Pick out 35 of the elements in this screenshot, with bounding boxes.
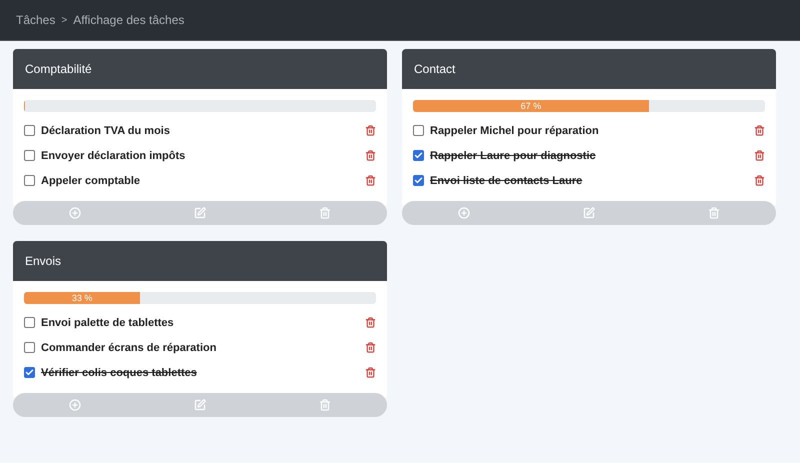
task-label: Commander écrans de réparation	[41, 342, 218, 354]
progress-label: 67 %	[520, 101, 542, 111]
card-title: Envois	[25, 254, 62, 268]
checkbox[interactable]	[24, 367, 35, 378]
card-title: Comptabilité	[25, 62, 92, 76]
delete-icon[interactable]	[754, 175, 765, 186]
task-label: Appeler comptable	[41, 174, 142, 186]
checkbox[interactable]	[24, 125, 35, 136]
checkbox[interactable]	[24, 175, 35, 186]
card-title: Contact	[414, 62, 456, 76]
task-label: Déclaration TVA du mois	[41, 124, 171, 136]
task-label: Envoi palette de tablettes	[41, 316, 175, 328]
delete-icon[interactable]	[365, 175, 376, 186]
delete-icon[interactable]	[365, 317, 376, 328]
checkbox[interactable]	[24, 317, 35, 328]
delete-icon[interactable]	[365, 125, 376, 136]
checkbox[interactable]	[24, 342, 35, 353]
delete-icon[interactable]	[365, 342, 376, 353]
task-label: Envoyer déclaration impôts	[41, 150, 186, 162]
delete-icon[interactable]	[754, 150, 765, 161]
breadcrumb-item[interactable]: Tâches	[16, 13, 56, 27]
checkbox[interactable]	[413, 125, 424, 136]
task-label: Vérifier colis coques tablettes	[41, 366, 198, 378]
delete-icon[interactable]	[365, 367, 376, 378]
breadcrumb-separator: >	[61, 14, 68, 26]
delete-icon[interactable]	[754, 125, 765, 136]
task-label: Rappeler Laure pour diagnostic	[430, 150, 597, 162]
task-label: Envoi liste de contacts Laure	[430, 174, 584, 186]
delete-icon[interactable]	[365, 150, 376, 161]
checkbox[interactable]	[413, 150, 424, 161]
breadcrumb-item: Affichage des tâches	[73, 13, 184, 27]
checkbox[interactable]	[24, 150, 35, 161]
checkbox[interactable]	[413, 175, 424, 186]
progress-label: 33 %	[72, 293, 92, 303]
task-label: Rappeler Michel pour réparation	[430, 124, 600, 136]
